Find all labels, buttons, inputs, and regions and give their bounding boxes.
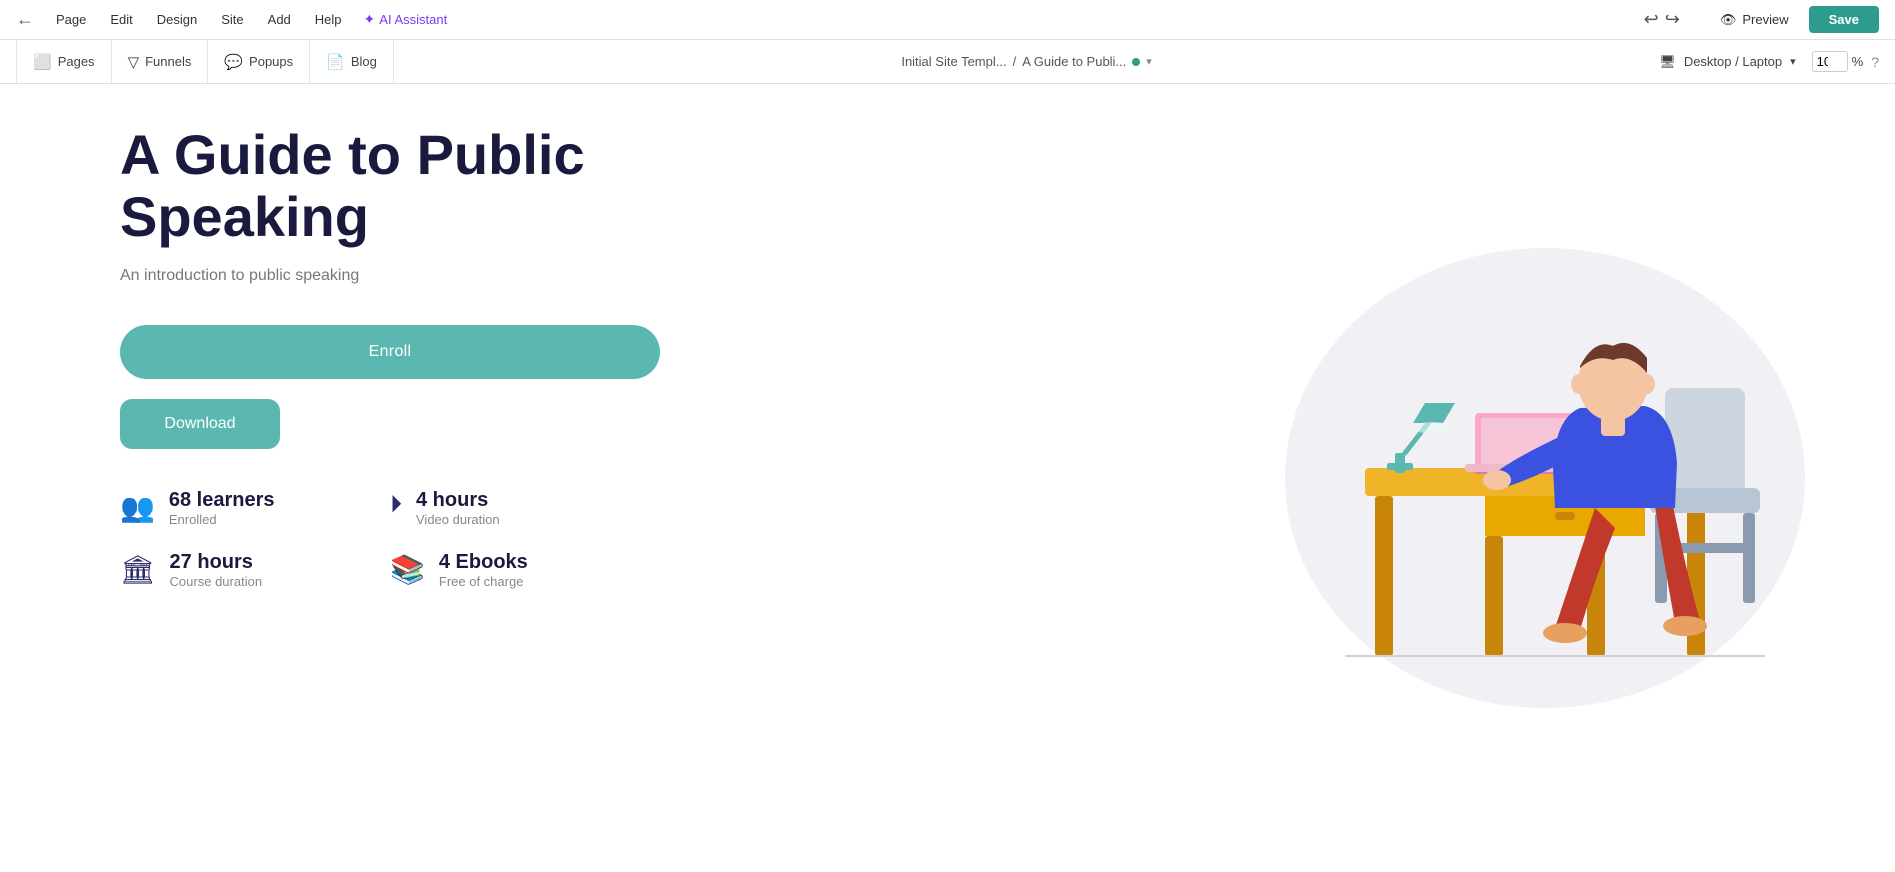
ai-assistant-button[interactable]: ✦ AI Assistant [364,11,448,28]
device-chevron-icon: ▾ [1790,55,1796,68]
pages-tab[interactable]: ⬜ Pages [16,40,112,83]
history-arrows: ↩ ↪ [1644,9,1680,30]
sub-nav: ⬜ Pages ▽ Funnels 💬 Popups 📄 Blog Initia… [0,40,1895,84]
zoom-input[interactable] [1812,51,1848,72]
popups-tab[interactable]: 💬 Popups [208,40,310,83]
learners-icon: 👥 [120,491,155,524]
stat-ebooks: 📚 4 Ebooks Free of charge [390,551,600,589]
redo-button[interactable]: ↪ [1665,9,1680,30]
funnels-tab[interactable]: ▽ Funnels [112,40,209,83]
page-subtitle: An introduction to public speaking [120,267,1115,285]
menu-site[interactable]: Site [219,8,245,31]
device-label: Desktop / Laptop [1684,54,1782,69]
ebooks-icon: 📚 [390,553,425,586]
zoom-unit: % [1852,54,1864,69]
ebooks-label: Free of charge [439,574,528,589]
menu-page[interactable]: Page [54,8,88,31]
stat-hours-text: 4 hours Video duration [416,489,500,527]
hero-illustration [1285,248,1805,708]
download-button[interactable]: Download [120,399,280,449]
back-icon[interactable]: ← [16,9,34,30]
duration-value: 27 hours [170,551,263,574]
preview-label: Preview [1742,12,1788,27]
preview-eye-icon: 👁 [1720,12,1737,28]
save-button[interactable]: Save [1809,6,1879,33]
enroll-button[interactable]: Enroll [120,325,660,379]
stat-ebooks-text: 4 Ebooks Free of charge [439,551,528,589]
pages-label: Pages [58,54,95,69]
blog-label: Blog [351,54,377,69]
funnels-icon: ▽ [128,53,140,71]
main-content: A Guide to Public Speaking An introducti… [0,84,1895,872]
menu-add[interactable]: Add [266,8,293,31]
funnels-label: Funnels [145,54,191,69]
breadcrumb: Initial Site Templ... / A Guide to Publi… [394,54,1659,69]
pages-icon: ⬜ [33,53,52,71]
ai-assistant-label: AI Assistant [379,12,447,27]
stat-hours: ⏵ 4 hours Video duration [390,489,600,527]
stat-learners: 👥 68 learners Enrolled [120,489,330,527]
breadcrumb-sep: / [1013,54,1017,69]
stats-grid: 👥 68 learners Enrolled ⏵ 4 hours Video d… [120,489,600,589]
ebooks-value: 4 Ebooks [439,551,528,574]
stat-course-duration: 🏛 27 hours Course duration [120,551,330,589]
clock-icon: 🏛 [120,553,156,586]
menu-help[interactable]: Help [313,8,344,31]
status-dot [1132,58,1140,66]
ai-star-icon: ✦ [364,11,376,28]
duration-label: Course duration [170,574,263,589]
illustration-panel [1195,84,1895,872]
menu-bar: ← Page Edit Design Site Add Help ✦ AI As… [0,0,1895,40]
blog-tab[interactable]: 📄 Blog [310,40,394,83]
stat-learners-text: 68 learners Enrolled [169,489,275,527]
device-selector[interactable]: 🖥 Desktop / Laptop ▾ [1659,54,1795,70]
stat-duration-text: 27 hours Course duration [170,551,263,589]
zoom-control: % ? [1812,51,1879,72]
undo-button[interactable]: ↩ [1644,9,1659,30]
blog-icon: 📄 [326,53,345,71]
learners-label: Enrolled [169,512,275,527]
menu-design[interactable]: Design [155,8,199,31]
breadcrumb-chevron-icon: ▾ [1146,55,1152,68]
monitor-icon: 🖥 [1659,54,1676,70]
menu-edit[interactable]: Edit [108,8,134,31]
preview-button[interactable]: 👁 Preview [1720,12,1789,28]
page-content-area: A Guide to Public Speaking An introducti… [0,84,1195,872]
popups-label: Popups [249,54,293,69]
breadcrumb-part2: A Guide to Publi... [1022,54,1126,69]
help-icon[interactable]: ? [1871,54,1879,70]
hours-value: 4 hours [416,489,500,512]
page-title: A Guide to Public Speaking [120,124,680,247]
hours-label: Video duration [416,512,500,527]
learners-value: 68 learners [169,489,275,512]
popups-icon: 💬 [224,53,243,71]
breadcrumb-part1: Initial Site Templ... [901,54,1006,69]
play-icon: ⏵ [390,491,402,519]
